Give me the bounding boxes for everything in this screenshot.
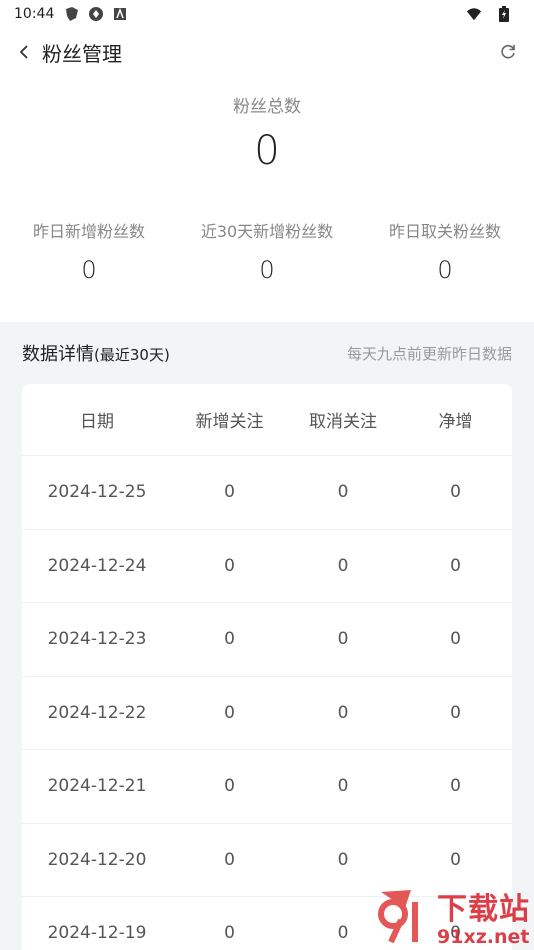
row-new-follow: 0	[224, 629, 235, 650]
stat-value: 0	[81, 256, 97, 284]
column-header-net: 净增	[438, 412, 473, 432]
fans-summary: 粉丝总数 0 昨日新增粉丝数 0 近30天新增粉丝数 0 昨日取关粉丝数 0	[0, 76, 534, 320]
table-row: 2024-12-23 0 0 0	[22, 603, 512, 677]
page-title: 粉丝管理	[42, 41, 122, 66]
row-date: 2024-12-25	[47, 482, 147, 503]
refresh-icon	[501, 44, 515, 59]
row-date: 2024-12-23	[47, 629, 147, 650]
update-note: 每天九点前更新昨日数据	[346, 344, 512, 363]
refresh-button[interactable]	[494, 38, 522, 66]
table-header: 日期 新增关注 取消关注 净增	[22, 384, 512, 456]
row-date: 2024-12-19	[47, 923, 147, 944]
row-date: 2024-12-24	[47, 555, 147, 576]
row-net: 0	[450, 776, 461, 797]
status-time: 10:44	[14, 6, 55, 22]
watermark-text: 下载站 91xz.net	[437, 884, 530, 948]
stat-value: 0	[437, 256, 453, 284]
row-date: 2024-12-21	[47, 776, 147, 797]
row-net: 0	[450, 555, 461, 576]
table-row: 2024-12-24 0 0 0	[22, 530, 512, 603]
row-unfollow: 0	[337, 555, 349, 576]
watermark-logo-icon	[378, 890, 418, 944]
row-new-follow: 0	[224, 702, 235, 723]
stat-label: 昨日取关粉丝数	[388, 222, 501, 241]
app-bar: 粉丝管理	[0, 28, 534, 76]
row-net: 0	[450, 629, 461, 650]
table-row: 2024-12-25 0 0 0	[22, 456, 512, 530]
wifi-icon	[466, 6, 482, 22]
stat-30day-new: 近30天新增粉丝数 0	[178, 218, 356, 284]
status-bar: 10:44	[0, 0, 534, 28]
watermark: 下载站 91xz.net	[371, 884, 530, 948]
details-header: 数据详情(最近30天) 每天九点前更新昨日数据	[0, 322, 534, 384]
column-header-new-follow: 新增关注	[195, 412, 264, 432]
a-notification-icon	[112, 6, 128, 22]
chevron-left-icon	[19, 45, 28, 59]
column-header-date: 日期	[80, 412, 114, 432]
stat-label: 近30天新增粉丝数	[200, 222, 334, 241]
total-fans-label: 粉丝总数	[233, 97, 301, 117]
row-new-follow: 0	[224, 923, 235, 944]
details-table: 日期 新增关注 取消关注 净增 2024-12-25 0 0 0 2024-12-24 0…	[22, 384, 512, 950]
stats-row: 昨日新增粉丝数 0 近30天新增粉丝数 0 昨日取关粉丝数 0	[0, 218, 534, 284]
details-title: 数据详情(最近30天)	[22, 340, 170, 366]
row-new-follow: 0	[224, 849, 235, 870]
table-row: 2024-12-21 0 0 0	[22, 750, 512, 824]
data-details-section: 数据详情(最近30天) 每天九点前更新昨日数据 日期 新增关注 取消关注 净增 …	[0, 322, 534, 950]
back-button[interactable]	[12, 40, 36, 64]
row-unfollow: 0	[337, 702, 349, 723]
watermark-en: 91xz.net	[437, 926, 530, 948]
row-net: 0	[450, 702, 461, 723]
stat-yesterday-new: 昨日新增粉丝数 0	[0, 218, 178, 284]
stat-value: 0	[259, 256, 275, 284]
row-unfollow: 0	[337, 482, 349, 503]
row-date: 2024-12-22	[47, 702, 147, 723]
column-header-unfollow: 取消关注	[309, 412, 377, 432]
row-net: 0	[450, 849, 461, 870]
stat-label: 昨日新增粉丝数	[32, 222, 145, 241]
row-unfollow: 0	[337, 776, 349, 797]
row-date: 2024-12-20	[47, 849, 147, 870]
row-new-follow: 0	[224, 776, 235, 797]
details-subtitle: (最近30天)	[94, 346, 170, 364]
stat-yesterday-unfollow: 昨日取关粉丝数 0	[356, 218, 534, 284]
battery-icon	[496, 6, 512, 22]
table-row: 2024-12-22 0 0 0	[22, 677, 512, 750]
details-title-text: 数据详情	[22, 344, 94, 365]
row-unfollow: 0	[337, 629, 349, 650]
row-new-follow: 0	[224, 555, 235, 576]
watermark-cn: 下载站	[437, 892, 530, 927]
sync-notification-icon	[88, 6, 104, 22]
row-net: 0	[450, 482, 461, 503]
row-unfollow: 0	[337, 849, 349, 870]
table-body: 2024-12-25 0 0 0 2024-12-24 0 0 0 2024-12-23 0 0 0 2…	[22, 456, 512, 950]
app-notification-icon	[64, 6, 80, 22]
total-fans-value: 0	[254, 128, 280, 174]
row-new-follow: 0	[224, 482, 235, 503]
